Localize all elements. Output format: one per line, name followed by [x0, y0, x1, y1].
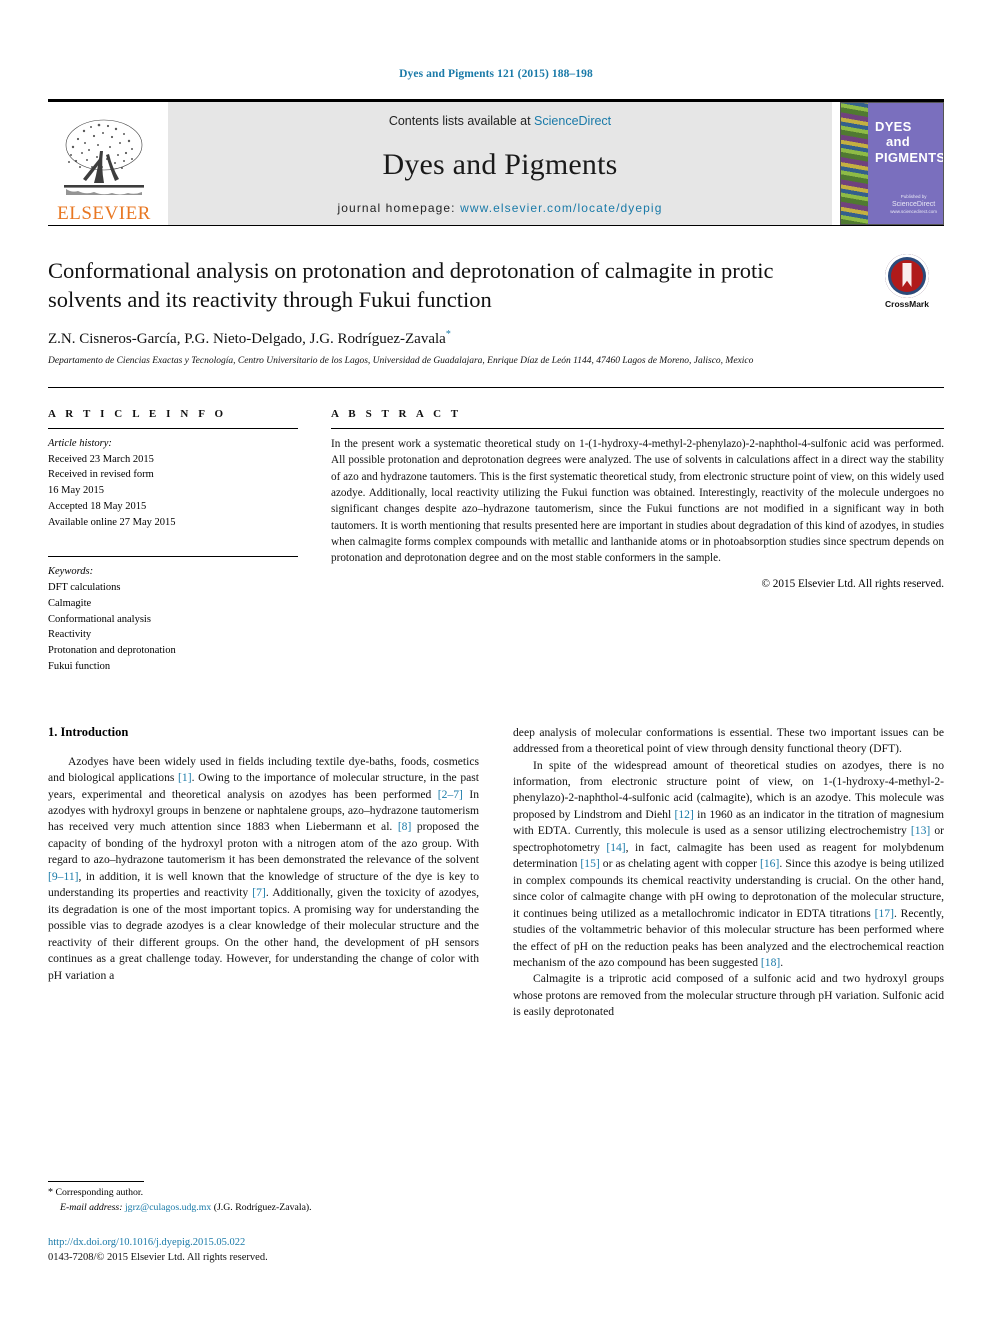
history-item-revised-date: 16 May 2015	[48, 485, 104, 497]
abstract-text: In the present work a systematic theoret…	[331, 437, 945, 565]
doi-link[interactable]: http://dx.doi.org/10.1016/j.dyepig.2015.…	[48, 1235, 479, 1250]
title-block: CrossMark Conformational analysis on pro…	[48, 226, 944, 369]
cover-publisher-mark: Published by ScienceDirect www.sciencedi…	[890, 194, 937, 215]
right-text-e: or as chelating agent with copper	[599, 857, 761, 871]
author-list: Z.N. Cisneros-García, P.G. Nieto-Delgado…	[48, 329, 944, 348]
paragraph-intro-left: Azodyes have been widely used in fields …	[48, 754, 479, 984]
article-first-page: Dyes and Pigments 121 (2015) 188–198 ELS…	[0, 0, 992, 1323]
keyword-item: Reactivity	[48, 629, 92, 641]
email-owner: (J.G. Rodríguez-Zavala).	[213, 1201, 312, 1213]
history-item-received: Received 23 March 2015	[48, 453, 154, 465]
cover-title: DYES and PIGMENTS	[875, 119, 944, 165]
section-heading-introduction: 1. Introduction	[48, 724, 129, 739]
citation-ref-1[interactable]: [1]	[178, 771, 192, 784]
elsevier-tree-icon	[64, 119, 144, 195]
history-item-online: Available online 27 May 2015	[48, 516, 176, 528]
journal-title: Dyes and Pigments	[382, 147, 618, 181]
paragraph-intro-right-1: deep analysis of molecular conformations…	[513, 725, 944, 756]
citation-ref-2-7[interactable]: [2–7]	[438, 788, 463, 801]
issn-copyright-line: 0143-7208/© 2015 Elsevier Ltd. All right…	[48, 1251, 268, 1263]
journal-homepage-line: journal homepage: www.elsevier.com/locat…	[338, 201, 663, 215]
body-columns: 1. Introduction Azodyes have been widely…	[48, 725, 944, 1021]
abstract-copyright: © 2015 Elsevier Ltd. All rights reserved…	[761, 577, 945, 590]
keyword-item: Calmagite	[48, 597, 92, 609]
column-spacer	[298, 408, 331, 675]
journal-homepage-link[interactable]: www.elsevier.com/locate/dyepig	[460, 201, 662, 215]
journal-masthead: ELSEVIER Contents lists available at Sci…	[48, 102, 944, 225]
footnote-rule	[48, 1181, 144, 1183]
footnote-zone: * Corresponding author. E-mail address: …	[48, 1181, 479, 1265]
affiliation: Departamento de Ciencias Exactas y Tecno…	[48, 356, 754, 367]
cover-title-line3: PIGMENTS	[875, 149, 944, 165]
history-item-revised: Received in revised form	[48, 469, 154, 481]
article-info-rule: Article history: Received 23 March 2015 …	[48, 427, 298, 531]
keywords-label: Keywords:	[48, 566, 94, 578]
cover-publisher-name: ScienceDirect	[892, 201, 936, 209]
elsevier-logo: ELSEVIER	[48, 102, 160, 225]
keywords-block: Keywords: DFT calculations Calmagite Con…	[48, 556, 298, 674]
email-link[interactable]: jgrz@culagos.udg.mx	[125, 1202, 211, 1213]
cover-publisher-tag: www.sciencedirect.com	[890, 209, 937, 215]
paragraph-intro-right-3: Calmagite is a triprotic acid composed o…	[513, 972, 944, 1019]
citation-ref-17[interactable]: [17]	[875, 907, 894, 920]
citation-ref-7[interactable]: [7]	[252, 886, 266, 899]
doi-block: http://dx.doi.org/10.1016/j.dyepig.2015.…	[48, 1235, 479, 1265]
article-info-heading: A R T I C L E I N F O	[48, 407, 227, 420]
page-title: Conformational analysis on protonation a…	[48, 258, 774, 312]
journal-cover-thumbnail: DYES and PIGMENTS Published by ScienceDi…	[840, 102, 944, 225]
keyword-item: Fukui function	[48, 660, 111, 672]
citation-ref-9-11[interactable]: [9–11]	[48, 870, 78, 883]
email-label: E-mail address:	[60, 1201, 123, 1213]
info-and-abstract: A R T I C L E I N F O Article history: R…	[48, 408, 944, 675]
history-item-accepted: Accepted 18 May 2015	[48, 500, 147, 512]
author-names: Z.N. Cisneros-García, P.G. Nieto-Delgado…	[48, 331, 446, 348]
cover-art-strip	[841, 103, 868, 224]
citation-ref-18[interactable]: [18]	[761, 956, 780, 969]
citation-ref-13[interactable]: [13]	[911, 824, 930, 837]
crossmark-badge-group[interactable]: CrossMark	[870, 254, 944, 309]
citation-ref-16[interactable]: [16]	[760, 857, 779, 870]
right-text-h: .	[780, 955, 784, 969]
paragraph-intro-right-2: In spite of the widespread amount of the…	[513, 758, 944, 972]
contents-prefix: Contents lists available at	[388, 114, 535, 128]
keyword-item: Protonation and deprotonation	[48, 645, 176, 657]
citation-ref-15[interactable]: [15]	[580, 857, 599, 870]
body-column-gap	[479, 725, 513, 1021]
cover-title-line1: DYES	[875, 119, 912, 134]
citation-ref-12[interactable]: [12]	[674, 808, 693, 821]
cover-title-line2: and	[886, 134, 911, 150]
homepage-prefix: journal homepage:	[337, 201, 461, 215]
crossmark-label: CrossMark	[885, 299, 929, 309]
intro-text-f: . Additionally, given the toxicity of az…	[48, 886, 479, 982]
crossmark-icon	[885, 254, 929, 298]
corresponding-author-note: * Corresponding author.	[48, 1186, 479, 1200]
body-left-column: 1. Introduction Azodyes have been widely…	[48, 725, 479, 1021]
masthead-center-panel: Contents lists available at ScienceDirec…	[168, 102, 832, 225]
corresponding-author-marker: *	[445, 329, 451, 341]
sciencedirect-link[interactable]: ScienceDirect	[534, 114, 611, 128]
citation-ref-8[interactable]: [8]	[398, 820, 412, 833]
running-head: Dyes and Pigments 121 (2015) 188–198	[399, 68, 593, 80]
contents-available-line: Contents lists available at ScienceDirec…	[389, 114, 611, 128]
article-info-column: A R T I C L E I N F O Article history: R…	[48, 408, 298, 675]
keyword-item: DFT calculations	[48, 582, 121, 594]
info-top-rule	[48, 386, 944, 388]
elsevier-wordmark: ELSEVIER	[57, 203, 151, 224]
footnote-star-marker: *	[48, 1187, 53, 1199]
article-history-label: Article history:	[48, 437, 112, 449]
citation-ref-14[interactable]: [14]	[606, 841, 625, 854]
body-right-column: deep analysis of molecular conformations…	[513, 725, 944, 1021]
abstract-column: A B S T R A C T In the present work a sy…	[331, 408, 944, 675]
keyword-item: Conformational analysis	[48, 613, 151, 625]
abstract-rule: In the present work a systematic theoret…	[331, 427, 945, 590]
abstract-heading: A B S T R A C T	[331, 407, 462, 420]
email-note: E-mail address: jgrz@culagos.udg.mx (J.G…	[48, 1201, 479, 1215]
corresponding-author-text: Corresponding author.	[55, 1187, 144, 1199]
